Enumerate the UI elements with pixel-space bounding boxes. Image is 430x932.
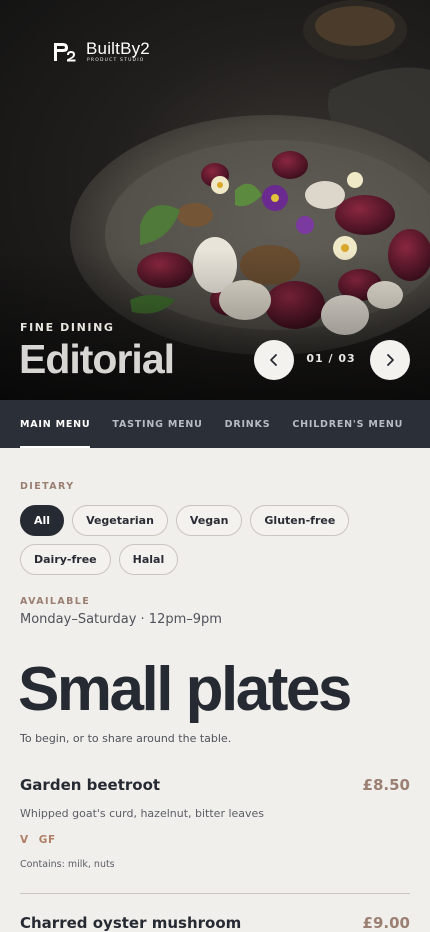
dish-price: £8.50 <box>362 776 410 794</box>
filter-chip-all[interactable]: All <box>20 505 65 536</box>
section-title: Small plates <box>18 655 352 724</box>
brand-logo[interactable]: BuiltBy2 PRODUCT STUDIO <box>52 40 150 64</box>
section-intro: To begin, or to share around the table. <box>20 732 232 745</box>
dish-price: £9.00 <box>362 914 410 932</box>
chevron-right-icon <box>387 354 394 366</box>
dish-description: Whipped goat's curd, hazelnut, bitter le… <box>20 807 265 820</box>
hero-eyebrow: FINE DINING <box>20 321 115 334</box>
hero-title: Editorial <box>19 336 175 382</box>
brand-tagline: PRODUCT STUDIO <box>87 58 145 63</box>
opening-hours: Monday–Saturday · 12pm–9pm <box>20 612 222 627</box>
tab-tasting-menu[interactable]: TASTING MENU <box>112 400 202 448</box>
dish-name: Garden beetroot <box>20 776 161 794</box>
menu-divider <box>20 893 410 894</box>
dietary-label: DIETARY <box>20 481 75 492</box>
tab-main-menu[interactable]: MAIN MENU <box>20 400 91 448</box>
dietary-tag-vegetarian: V <box>20 834 29 846</box>
menu-item[interactable]: Charred oyster mushroom £9.00 <box>20 914 410 932</box>
available-label: AVAILABLE <box>20 596 91 607</box>
dish-name: Charred oyster mushroom <box>20 914 242 932</box>
next-slide-button[interactable] <box>370 340 410 380</box>
filter-chip-vegetarian[interactable]: Vegetarian <box>72 505 168 536</box>
hero-banner: BuiltBy2 PRODUCT STUDIO FINE DINING Edit… <box>0 0 430 400</box>
menu-item[interactable]: Garden beetroot £8.50 Whipped goat's cur… <box>20 776 410 870</box>
dietary-tags: V GF <box>20 834 410 846</box>
slide-counter: 01 / 03 <box>306 352 356 365</box>
filter-chip-vegan[interactable]: Vegan <box>175 505 243 536</box>
tab-drinks[interactable]: DRINKS <box>225 400 271 448</box>
filter-chip-dairy-free[interactable]: Dairy-free <box>20 544 111 575</box>
menu-tabs: MAIN MENU TASTING MENU DRINKS CHILDREN'S… <box>0 400 430 448</box>
dietary-tag-gluten-free: GF <box>38 834 56 846</box>
allergen-info: Contains: milk, nuts <box>20 859 115 870</box>
tab-childrens-menu[interactable]: CHILDREN'S MENU <box>292 400 403 448</box>
previous-slide-button[interactable] <box>254 340 294 380</box>
chevron-left-icon <box>270 354 277 366</box>
dietary-filter-chips: All Vegetarian Vegan Gluten-free Dairy-f… <box>20 505 420 575</box>
filter-chip-halal[interactable]: Halal <box>118 544 179 575</box>
builtby2-logo-icon <box>54 43 76 62</box>
brand-name: BuiltBy2 <box>86 39 150 58</box>
filter-chip-gluten-free[interactable]: Gluten-free <box>250 505 350 536</box>
